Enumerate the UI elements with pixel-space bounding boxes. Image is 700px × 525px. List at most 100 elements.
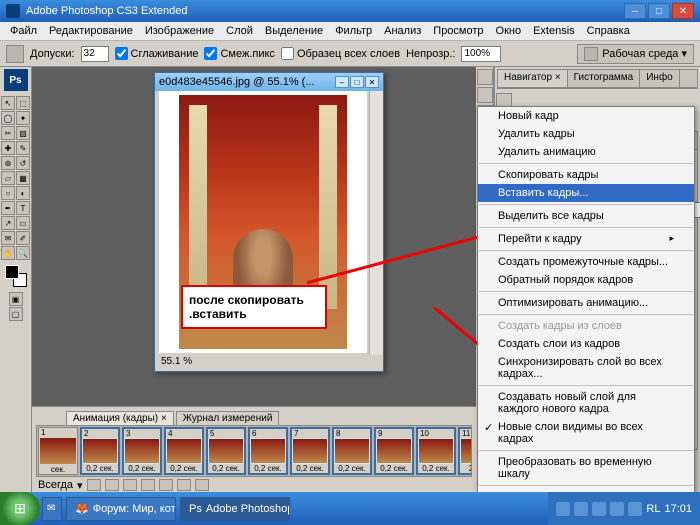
menu-item[interactable]: Новый кадр <box>478 107 694 125</box>
loop-selector[interactable]: Всегда <box>38 479 73 491</box>
document-canvas[interactable]: после скопировать .вставить <box>159 91 367 353</box>
pen-tool[interactable]: ✒ <box>1 201 15 215</box>
menu-help[interactable]: Справка <box>581 23 636 39</box>
document-header[interactable]: e0d483e45546.jpg @ 55.1% (... – □ ✕ <box>155 73 383 91</box>
wand-tool[interactable]: ✦ <box>16 111 30 125</box>
stamp-tool[interactable]: ⊛ <box>1 156 15 170</box>
maximize-button[interactable]: □ <box>648 3 670 19</box>
quicklaunch-icon[interactable]: ✉ <box>42 497 62 521</box>
tab-measurement[interactable]: Журнал измерений <box>176 411 280 425</box>
antialias-checkbox[interactable]: Сглаживание <box>115 47 199 60</box>
blur-tool[interactable]: ○ <box>1 186 15 200</box>
menu-file[interactable]: Файл <box>4 23 43 39</box>
menu-item[interactable]: Создать промежуточные кадры... <box>478 253 694 271</box>
hand-tool[interactable]: ✋ <box>1 246 15 260</box>
menu-item[interactable]: Создать слои из кадров <box>478 335 694 353</box>
crop-tool[interactable]: ✂ <box>1 126 15 140</box>
tray-icon[interactable] <box>592 502 606 516</box>
lasso-tool[interactable]: ◯ <box>1 111 15 125</box>
heal-tool[interactable]: ✚ <box>1 141 15 155</box>
menu-item[interactable]: Удалить кадры <box>478 125 694 143</box>
menu-item[interactable]: Удалить анимацию <box>478 143 694 161</box>
menu-layer[interactable]: Слой <box>220 23 259 39</box>
menu-item[interactable]: Преобразовать во временную шкалу <box>478 453 694 483</box>
opacity-input[interactable] <box>461 46 501 62</box>
menu-window[interactable]: Окно <box>490 23 528 39</box>
tween-button[interactable] <box>159 479 173 491</box>
menu-image[interactable]: Изображение <box>139 23 220 39</box>
move-tool[interactable]: ↖ <box>1 96 15 110</box>
animation-frame[interactable]: 20,2 сек. <box>80 427 120 475</box>
tool-preset-icon[interactable] <box>6 45 24 63</box>
menu-view[interactable]: Просмотр <box>427 23 489 39</box>
tolerance-input[interactable] <box>81 46 109 62</box>
tray-icon[interactable] <box>628 502 642 516</box>
vertical-scrollbar[interactable] <box>369 91 383 355</box>
animation-frame[interactable]: 70,2 сек. <box>290 427 330 475</box>
first-frame-button[interactable] <box>87 479 101 491</box>
type-tool[interactable]: T <box>16 201 30 215</box>
play-button[interactable] <box>123 479 137 491</box>
panel-icon[interactable] <box>477 87 493 103</box>
animation-frame[interactable]: 100,2 сек. <box>416 427 456 475</box>
prev-frame-button[interactable] <box>105 479 119 491</box>
eraser-tool[interactable]: ▱ <box>1 171 15 185</box>
brush-tool[interactable]: ✎ <box>16 141 30 155</box>
color-swatches[interactable] <box>5 265 27 287</box>
menu-item[interactable]: Выделить все кадры <box>478 207 694 225</box>
menu-item[interactable]: Оптимизировать анимацию... <box>478 294 694 312</box>
animation-frame[interactable]: 112 сек <box>458 427 472 475</box>
language-indicator[interactable]: RL <box>646 503 660 515</box>
tray-icon[interactable] <box>610 502 624 516</box>
taskbar-button[interactable]: PsAdobe Photoshop CS3... <box>180 497 290 521</box>
menu-edit[interactable]: Редактирование <box>43 23 139 39</box>
animation-frame[interactable]: 40,2 сек. <box>164 427 204 475</box>
close-button[interactable]: ✕ <box>672 3 694 19</box>
animation-frame[interactable]: 80,2 сек. <box>332 427 372 475</box>
panel-icon[interactable] <box>477 69 493 85</box>
doc-minimize-button[interactable]: – <box>335 76 349 88</box>
tray-icon[interactable] <box>556 502 570 516</box>
history-brush-tool[interactable]: ↺ <box>16 156 30 170</box>
menu-select[interactable]: Выделение <box>259 23 329 39</box>
animation-frame[interactable]: 1сек. <box>38 427 78 475</box>
animation-frame[interactable]: 90,2 сек. <box>374 427 414 475</box>
marquee-tool[interactable]: ⬚ <box>16 96 30 110</box>
start-button[interactable]: ⊞ <box>0 492 40 525</box>
animation-frame[interactable]: 30,2 сек. <box>122 427 162 475</box>
menu-item[interactable]: Перейти к кадру <box>478 230 694 248</box>
clock[interactable]: 17:01 <box>664 503 692 515</box>
menu-item[interactable]: Вставить кадры... <box>478 184 694 202</box>
tab-navigator[interactable]: Навигатор × <box>498 70 568 87</box>
new-frame-button[interactable] <box>177 479 191 491</box>
menu-item[interactable]: Создавать новый слой для каждого нового … <box>478 388 694 418</box>
menu-item[interactable]: Скопировать кадры <box>478 166 694 184</box>
dodge-tool[interactable]: ◐ <box>16 186 30 200</box>
gradient-tool[interactable]: ▦ <box>16 171 30 185</box>
zoom-status[interactable]: 55.1 % <box>155 355 198 371</box>
notes-tool[interactable]: ✉ <box>1 231 15 245</box>
doc-close-button[interactable]: ✕ <box>365 76 379 88</box>
tab-histogram[interactable]: Гистограмма <box>568 70 641 87</box>
doc-maximize-button[interactable]: □ <box>350 76 364 88</box>
tray-icon[interactable] <box>574 502 588 516</box>
workspace-switcher[interactable]: Рабочая среда ▾ <box>577 44 694 64</box>
minimize-button[interactable]: – <box>624 3 646 19</box>
path-tool[interactable]: ↗ <box>1 216 15 230</box>
menu-item[interactable]: Обратный порядок кадров <box>478 271 694 289</box>
menu-item[interactable]: Новые слои видимы во всех кадрах <box>478 418 694 448</box>
next-frame-button[interactable] <box>141 479 155 491</box>
sample-all-checkbox[interactable]: Образец всех слоев <box>281 47 400 60</box>
menu-filter[interactable]: Фильтр <box>329 23 378 39</box>
tab-animation[interactable]: Анимация (кадры) × <box>66 411 174 425</box>
contiguous-checkbox[interactable]: Смеж.пикс <box>204 47 274 60</box>
eyedropper-tool[interactable]: ✐ <box>16 231 30 245</box>
menu-item[interactable]: Синхронизировать слой во всех кадрах... <box>478 353 694 383</box>
slice-tool[interactable]: ▨ <box>16 126 30 140</box>
animation-frame[interactable]: 60,2 сек. <box>248 427 288 475</box>
menu-extensis[interactable]: Extensis <box>527 23 581 39</box>
animation-frame[interactable]: 50,2 сек. <box>206 427 246 475</box>
zoom-tool[interactable]: 🔍 <box>16 246 30 260</box>
taskbar-button[interactable]: 🦊Форум: Мир, которы... <box>66 497 176 521</box>
shape-tool[interactable]: ▭ <box>16 216 30 230</box>
